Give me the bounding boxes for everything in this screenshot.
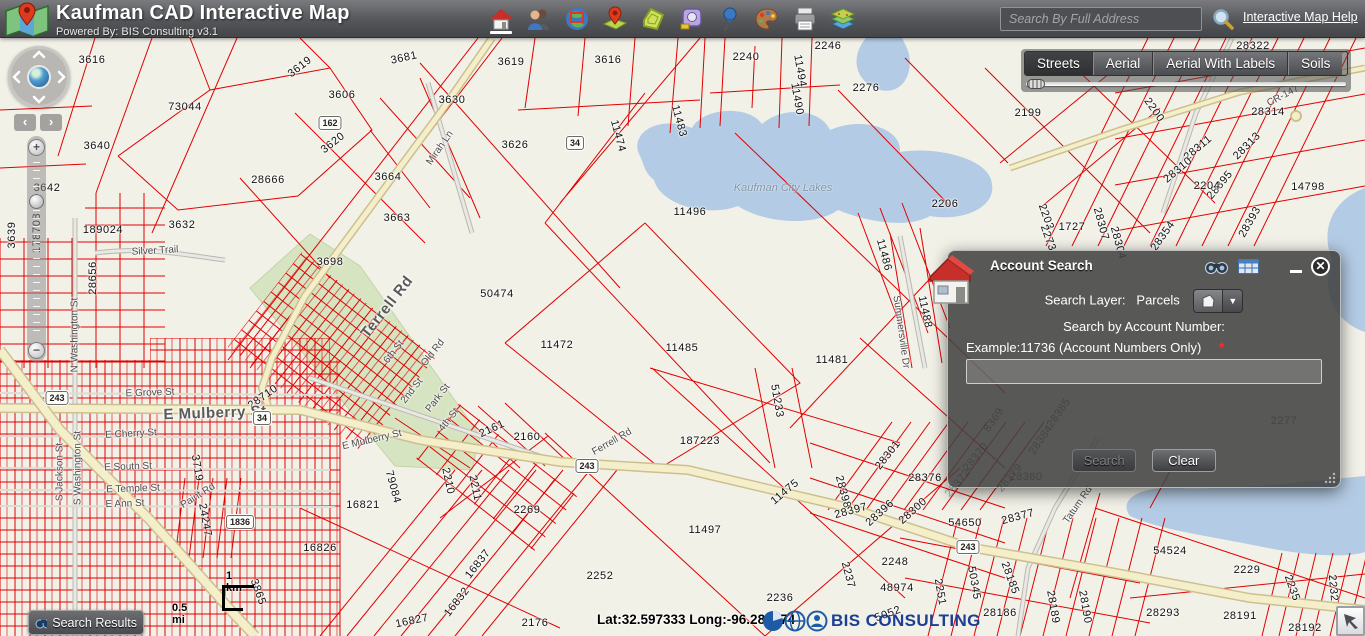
basemap-button-aerial[interactable]: Aerial [1093, 52, 1154, 75]
account-search-dialog[interactable]: Account Search ✕ Search Layer: Parcels ▼… [947, 250, 1341, 488]
zoom-slider-handle[interactable] [29, 194, 44, 209]
app-title: Kaufman CAD Interactive Map [56, 2, 350, 25]
search-by-label: Search by Account Number: [948, 319, 1340, 334]
search-layer-value: Parcels [1136, 292, 1179, 307]
palette-icon[interactable] [752, 2, 782, 36]
search-button[interactable]: Search [1072, 449, 1136, 472]
bis-consulting-logo: BIS CONSULTING [762, 609, 981, 633]
address-search-input[interactable] [1000, 7, 1202, 31]
layers-icon[interactable] [828, 2, 858, 36]
search-results-icon [35, 616, 47, 630]
toolbar [486, 2, 858, 36]
close-icon[interactable]: ✕ [1311, 257, 1330, 276]
minimize-icon[interactable] [1290, 260, 1302, 273]
dropdown-arrow-icon[interactable]: ▼ [1222, 290, 1242, 312]
basemap-toggle: StreetsAerialAerial With LabelsSoils [1021, 49, 1351, 92]
search-results-label: Search Results [52, 616, 137, 630]
pushpin-icon[interactable] [714, 2, 744, 36]
table-icon[interactable] [1238, 259, 1259, 274]
extent-history-buttons: ‹ › [14, 114, 62, 131]
search-layer-row: Search Layer: Parcels ▼ [948, 289, 1340, 313]
locate-icon[interactable] [600, 2, 630, 36]
zoom-out-button[interactable]: − [28, 342, 45, 359]
users-icon[interactable] [524, 2, 554, 36]
next-extent-button[interactable]: › [40, 114, 62, 131]
print-icon[interactable] [790, 2, 820, 36]
pan-control[interactable] [8, 46, 70, 108]
search-layer-label: Search Layer: [1045, 292, 1126, 307]
layer-dropdown[interactable]: ▼ [1193, 289, 1243, 313]
example-label: Example:11736 (Account Numbers Only) [966, 340, 1201, 355]
basemap-opacity-slider[interactable] [1024, 79, 1348, 89]
opacity-slider-handle[interactable] [1027, 79, 1045, 89]
zoom-slider[interactable]: + − [27, 136, 46, 362]
measure-icon[interactable] [676, 2, 706, 36]
bis-logo-text: BIS CONSULTING [831, 611, 981, 631]
previous-extent-button[interactable]: ‹ [14, 114, 36, 131]
basemap-button-streets[interactable]: Streets [1025, 52, 1093, 75]
header: Kaufman CAD Interactive Map Powered By: … [0, 0, 1365, 38]
zoom-in-button[interactable]: + [28, 139, 45, 156]
opacity-slider-track [1026, 82, 1346, 86]
basemap-button-aerial-with-labels[interactable]: Aerial With Labels [1153, 52, 1288, 75]
globe-icon[interactable] [562, 2, 592, 36]
basemap-button-soils[interactable]: Soils [1288, 52, 1342, 75]
parcel-icon[interactable] [638, 2, 668, 36]
dialog-title: Account Search [990, 258, 1093, 273]
north-arrow-icon [1341, 611, 1361, 631]
resize-grip[interactable] [1325, 472, 1336, 483]
globe-center-icon[interactable] [27, 65, 51, 89]
required-marker: * [1219, 339, 1224, 355]
binoculars-icon[interactable] [1205, 259, 1229, 275]
bis-logo-icons [762, 609, 828, 633]
account-number-input[interactable] [966, 359, 1322, 384]
app-subtitle: Powered By: BIS Consulting v3.1 [56, 26, 350, 38]
help-link[interactable]: Interactive Map Help [1243, 10, 1358, 24]
clear-button[interactable]: Clear [1152, 449, 1216, 472]
north-arrow-button[interactable] [1336, 606, 1365, 636]
home-icon[interactable] [486, 2, 516, 36]
basemap-buttons: StreetsAerialAerial With LabelsSoils [1024, 51, 1348, 76]
zoom-ticks [33, 162, 40, 336]
search-icon[interactable] [1212, 8, 1234, 30]
search-results-tab[interactable]: Search Results [28, 610, 144, 635]
app-logo-icon [4, 1, 50, 37]
parcel-shape-icon[interactable] [1194, 290, 1222, 312]
